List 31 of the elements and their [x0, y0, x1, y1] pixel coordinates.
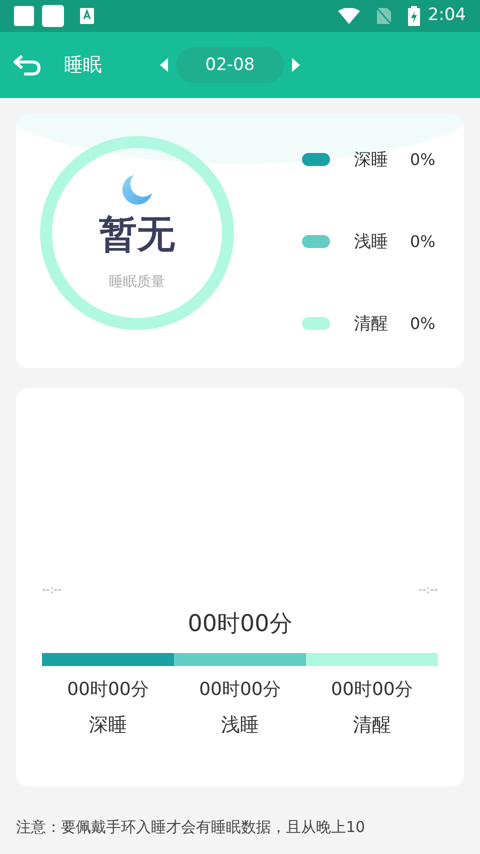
stage-duration: 00时00分	[199, 678, 281, 702]
legend-percent: 0%	[410, 313, 436, 335]
back-icon[interactable]	[12, 53, 42, 77]
date-selector[interactable]: 02-08	[176, 47, 284, 83]
wifi-icon	[338, 8, 360, 24]
total-duration: 00时00分	[188, 610, 292, 636]
no-sim-icon	[376, 7, 392, 25]
stage-label: 浅睡	[220, 713, 259, 738]
note-text: 注意：要佩戴手环入睡才会有睡眠数据，且从晚上10	[16, 818, 366, 836]
legend-percent: 0%	[410, 149, 436, 171]
notification-icon	[14, 6, 34, 26]
end-time: --:--	[418, 582, 438, 598]
legend-percent: 0%	[410, 231, 436, 253]
legend-label: 清醒	[354, 313, 389, 336]
page-title: 睡眠	[64, 52, 102, 78]
app-icon	[80, 8, 94, 24]
stage-duration: 00时00分	[67, 678, 149, 702]
battery-charging-icon	[408, 6, 420, 26]
stage-label: 深睡	[88, 713, 127, 738]
quality-value: 暂无	[99, 214, 175, 256]
stage-duration: 00时00分	[331, 678, 413, 702]
legend-label: 浅睡	[354, 231, 389, 254]
next-icon[interactable]	[292, 58, 300, 72]
stage-label: 清醒	[352, 713, 391, 738]
clock-text: 2:04	[428, 4, 466, 28]
moon-icon	[121, 174, 153, 206]
previous-icon[interactable]	[160, 58, 168, 72]
notification-icon	[42, 5, 64, 27]
legend-label: 深睡	[354, 149, 389, 172]
start-time: --:--	[42, 582, 62, 598]
quality-label: 睡眠质量	[109, 272, 165, 292]
